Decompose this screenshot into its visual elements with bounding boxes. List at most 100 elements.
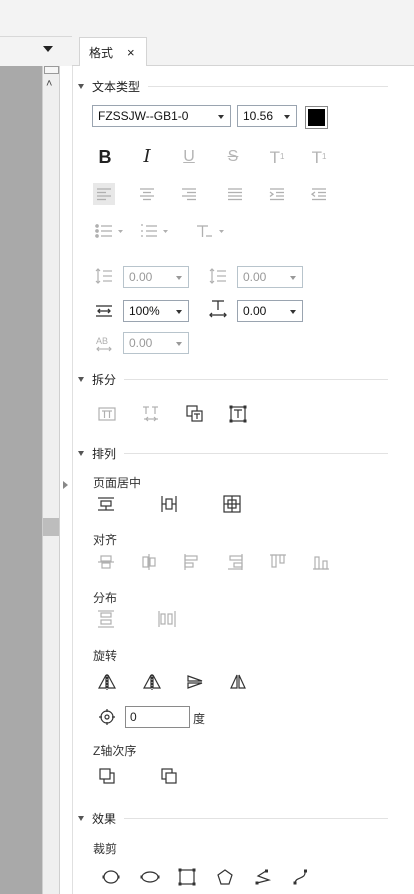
- collapse-triangle-icon: [78, 451, 84, 456]
- chevron-down-icon: [176, 342, 182, 346]
- crop-curve-icon[interactable]: [290, 866, 312, 888]
- center-vertical-page-icon[interactable]: [158, 493, 180, 515]
- tab-format-label: 格式: [89, 46, 114, 60]
- split-to-shapes-icon[interactable]: [184, 403, 206, 425]
- center-page-icon[interactable]: [221, 493, 243, 515]
- divider: [124, 379, 388, 380]
- align-center-icon[interactable]: [136, 183, 158, 205]
- numbered-list-icon[interactable]: [140, 220, 170, 242]
- divider: [124, 818, 388, 819]
- send-backward-icon[interactable]: [158, 765, 180, 787]
- rotate-left-icon[interactable]: [96, 671, 118, 693]
- section-text-type[interactable]: 文本类型: [78, 78, 388, 95]
- character-spacing-select[interactable]: 0.00: [237, 300, 303, 322]
- line-spacing-before-select[interactable]: 0.00: [123, 266, 189, 288]
- align-justify-icon[interactable]: [224, 183, 246, 205]
- section-title: 排列: [92, 447, 117, 461]
- distribute-vertical-icon[interactable]: [95, 608, 117, 630]
- chevron-down-icon: [284, 115, 290, 119]
- chevron-down-icon: [218, 115, 224, 119]
- divider: [148, 86, 388, 87]
- divider: [124, 453, 388, 454]
- rotate-right-icon[interactable]: [141, 671, 163, 693]
- rotate-label: 旋转: [93, 649, 118, 663]
- bold-icon[interactable]: B: [94, 146, 116, 168]
- scrollbar-thumb[interactable]: [43, 518, 59, 536]
- section-split[interactable]: 拆分: [78, 371, 388, 388]
- font-color-picker[interactable]: [305, 106, 328, 129]
- chevron-down-icon: [290, 276, 296, 280]
- superscript-icon[interactable]: T1: [266, 146, 288, 168]
- line-spacing-before-icon: [93, 265, 115, 287]
- crop-ellipse-icon[interactable]: [100, 866, 122, 888]
- strikethrough-icon[interactable]: S: [222, 146, 244, 168]
- svg-text:AB: AB: [96, 336, 108, 346]
- font-family-select[interactable]: FZSSJW--GB1-0: [92, 105, 231, 127]
- font-size-value: 10.56: [243, 109, 274, 123]
- line-spacing-after-select[interactable]: 0.00: [237, 266, 303, 288]
- section-arrange[interactable]: 排列: [78, 445, 388, 462]
- scroll-up-icon[interactable]: ˄: [46, 78, 52, 90]
- flip-vertical-icon[interactable]: [184, 671, 206, 693]
- collapse-triangle-icon: [78, 84, 84, 89]
- bring-forward-icon[interactable]: [96, 765, 118, 787]
- section-effect[interactable]: 效果: [78, 810, 388, 827]
- text-direction-icon[interactable]: [196, 220, 226, 242]
- z-order-label: Z轴次序: [93, 744, 137, 758]
- rotate-angle-input[interactable]: 0: [125, 706, 190, 728]
- align-objects-right-icon[interactable]: [224, 551, 246, 573]
- tab-list-dropdown-icon[interactable]: [43, 46, 53, 52]
- collapse-triangle-icon: [78, 377, 84, 382]
- align-objects-left-icon[interactable]: [95, 551, 117, 573]
- subscript-icon[interactable]: T1: [308, 146, 330, 168]
- indent-decrease-icon[interactable]: [308, 183, 330, 205]
- rotate-angle-icon: [96, 706, 118, 728]
- scale-select[interactable]: 100%: [123, 300, 189, 322]
- crop-polygon-icon[interactable]: [214, 866, 236, 888]
- crop-rectangle-icon[interactable]: [176, 866, 198, 888]
- italic-icon[interactable]: I: [136, 146, 158, 168]
- close-tab-icon[interactable]: ×: [127, 45, 135, 60]
- split-text-icon[interactable]: [96, 403, 118, 425]
- align-objects-top-icon[interactable]: [181, 551, 203, 573]
- section-title: 效果: [92, 812, 117, 826]
- tab-format[interactable]: 格式 ×: [79, 37, 147, 67]
- document-area-header: [0, 36, 72, 66]
- align-label: 对齐: [93, 533, 118, 547]
- font-size-select[interactable]: 10.56: [237, 105, 297, 127]
- kerning-select[interactable]: 0.00: [123, 332, 189, 354]
- align-right-icon[interactable]: [178, 183, 200, 205]
- align-left-icon[interactable]: [93, 183, 115, 205]
- line-spacing-after-icon: [207, 265, 229, 287]
- split-characters-icon[interactable]: [140, 403, 162, 425]
- indent-increase-icon[interactable]: [266, 183, 288, 205]
- kerning-icon: AB: [93, 333, 115, 355]
- scrollbar-top-box[interactable]: [44, 66, 59, 74]
- center-horizontal-page-icon[interactable]: [95, 493, 117, 515]
- bullet-list-icon[interactable]: [95, 220, 125, 242]
- chevron-down-icon: [176, 276, 182, 280]
- chevron-down-icon: [290, 310, 296, 314]
- flip-horizontal-icon[interactable]: [227, 671, 249, 693]
- distribute-horizontal-icon[interactable]: [156, 608, 178, 630]
- text-frame-icon[interactable]: [227, 403, 249, 425]
- crop-label: 裁剪: [93, 842, 118, 856]
- degree-unit-label: 度: [193, 712, 206, 726]
- scale-icon: [93, 300, 115, 322]
- section-title: 拆分: [92, 373, 117, 387]
- align-objects-bottom-icon[interactable]: [310, 551, 332, 573]
- crop-rounded-icon[interactable]: [139, 866, 161, 888]
- font-family-value: FZSSJW--GB1-0: [98, 109, 189, 123]
- align-objects-middle-icon[interactable]: [267, 551, 289, 573]
- distribute-label: 分布: [93, 591, 118, 605]
- vertical-scrollbar[interactable]: ˄: [42, 66, 60, 894]
- character-spacing-icon: [207, 298, 229, 320]
- chevron-down-icon: [176, 310, 182, 314]
- page-center-label: 页面居中: [93, 476, 142, 490]
- crop-freeform-icon[interactable]: [252, 866, 274, 888]
- panel-collapse-icon[interactable]: [63, 481, 68, 489]
- section-title: 文本类型: [92, 80, 141, 94]
- document-canvas: [0, 66, 42, 894]
- underline-icon[interactable]: U: [178, 146, 200, 168]
- align-objects-center-icon[interactable]: [138, 551, 160, 573]
